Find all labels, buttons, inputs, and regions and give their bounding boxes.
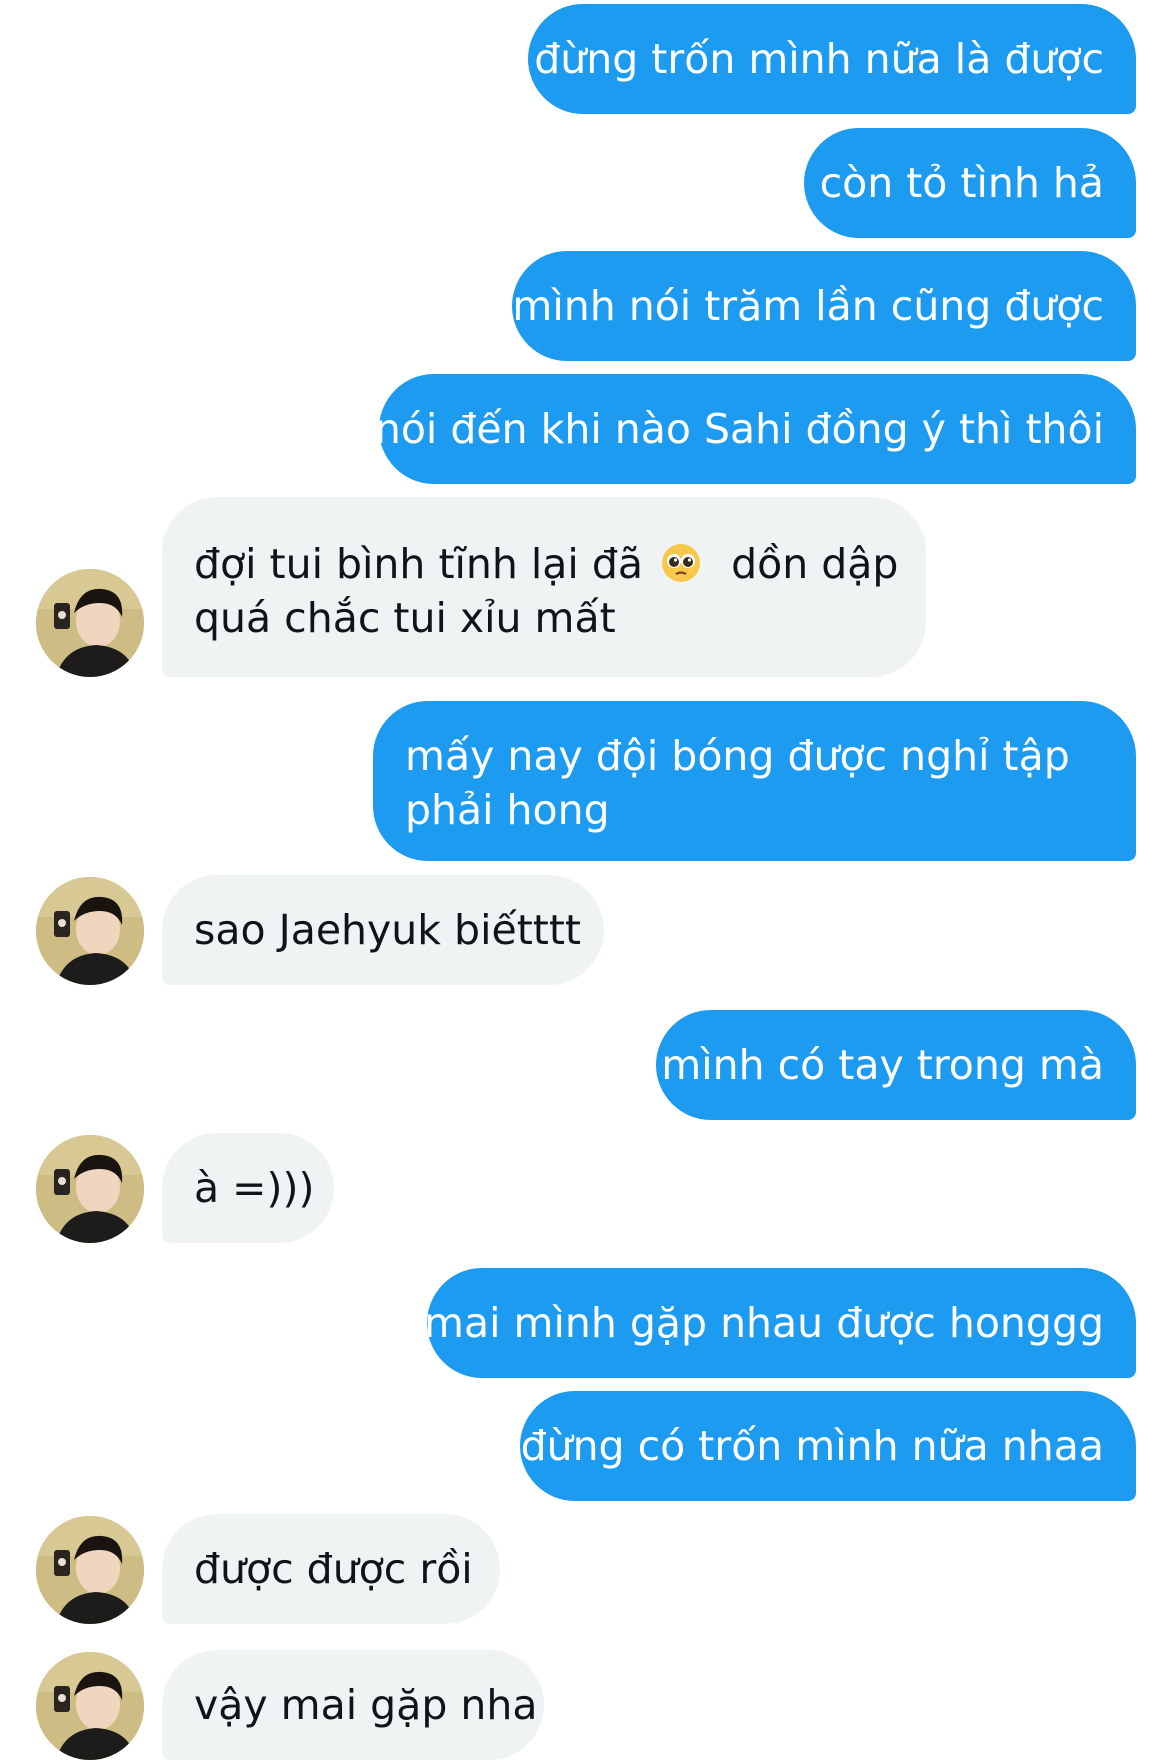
message-text: được được rồi bbox=[194, 1545, 473, 1593]
contact-avatar[interactable] bbox=[36, 569, 144, 677]
message-line-2: phải hong bbox=[405, 786, 610, 834]
message-bubble-outgoing[interactable]: mình có tay trong mà bbox=[656, 1010, 1136, 1120]
message-bubble-outgoing[interactable]: còn tỏ tình hả bbox=[804, 128, 1136, 238]
message-text: đợi tui bình tĩnh lại đã bbox=[194, 540, 643, 588]
message-text: mai mình gặp nhau được honggg bbox=[424, 1299, 1104, 1347]
message-bubble-outgoing[interactable]: mai mình gặp nhau được honggg bbox=[424, 1268, 1136, 1378]
message-bubble-incoming[interactable]: sao Jaehyuk biếtttt bbox=[162, 875, 604, 985]
contact-avatar[interactable] bbox=[36, 1135, 144, 1243]
contact-avatar[interactable] bbox=[36, 1516, 144, 1624]
message-text: mình nói trăm lần cũng được bbox=[512, 282, 1104, 330]
contact-avatar[interactable] bbox=[36, 877, 144, 985]
message-text: mình có tay trong mà bbox=[661, 1041, 1104, 1089]
message-bubble-outgoing[interactable]: đừng có trốn mình nữa nhaa bbox=[520, 1391, 1136, 1501]
message-bubble-incoming[interactable]: vậy mai gặp nha bbox=[162, 1650, 544, 1760]
message-bubble-outgoing[interactable]: mấy nay đội bóng được nghỉ tập phải hong bbox=[373, 701, 1136, 861]
message-text: nói đến khi nào Sahi đồng ý thì thôi bbox=[374, 405, 1104, 453]
message-text: còn tỏ tình hả bbox=[819, 159, 1104, 207]
message-text: dồn dập bbox=[731, 540, 899, 588]
message-bubble-incoming[interactable]: được được rồi bbox=[162, 1514, 500, 1624]
message-text: à =))) bbox=[194, 1164, 315, 1212]
message-text: sao Jaehyuk biếtttt bbox=[194, 906, 581, 954]
message-text: đừng có trốn mình nữa nhaa bbox=[520, 1422, 1104, 1470]
contact-avatar[interactable] bbox=[36, 1652, 144, 1760]
message-bubble-incoming[interactable]: đợi tui bình tĩnh lại đã dồn dập quá chắ… bbox=[162, 497, 926, 677]
message-text: vậy mai gặp nha bbox=[194, 1681, 538, 1729]
message-line-1: đợi tui bình tĩnh lại đã dồn dập bbox=[194, 537, 898, 591]
pleading-face-icon bbox=[660, 542, 702, 584]
message-line-1: mấy nay đội bóng được nghỉ tập bbox=[405, 732, 1070, 780]
message-text: đừng trốn mình nữa là được bbox=[534, 35, 1104, 83]
message-bubble-outgoing[interactable]: nói đến khi nào Sahi đồng ý thì thôi bbox=[375, 374, 1136, 484]
message-bubble-outgoing[interactable]: đừng trốn mình nữa là được bbox=[528, 4, 1136, 114]
message-bubble-outgoing[interactable]: mình nói trăm lần cũng được bbox=[512, 251, 1136, 361]
message-bubble-incoming[interactable]: à =))) bbox=[162, 1133, 334, 1243]
message-line-2: quá chắc tui xỉu mất bbox=[194, 594, 616, 642]
